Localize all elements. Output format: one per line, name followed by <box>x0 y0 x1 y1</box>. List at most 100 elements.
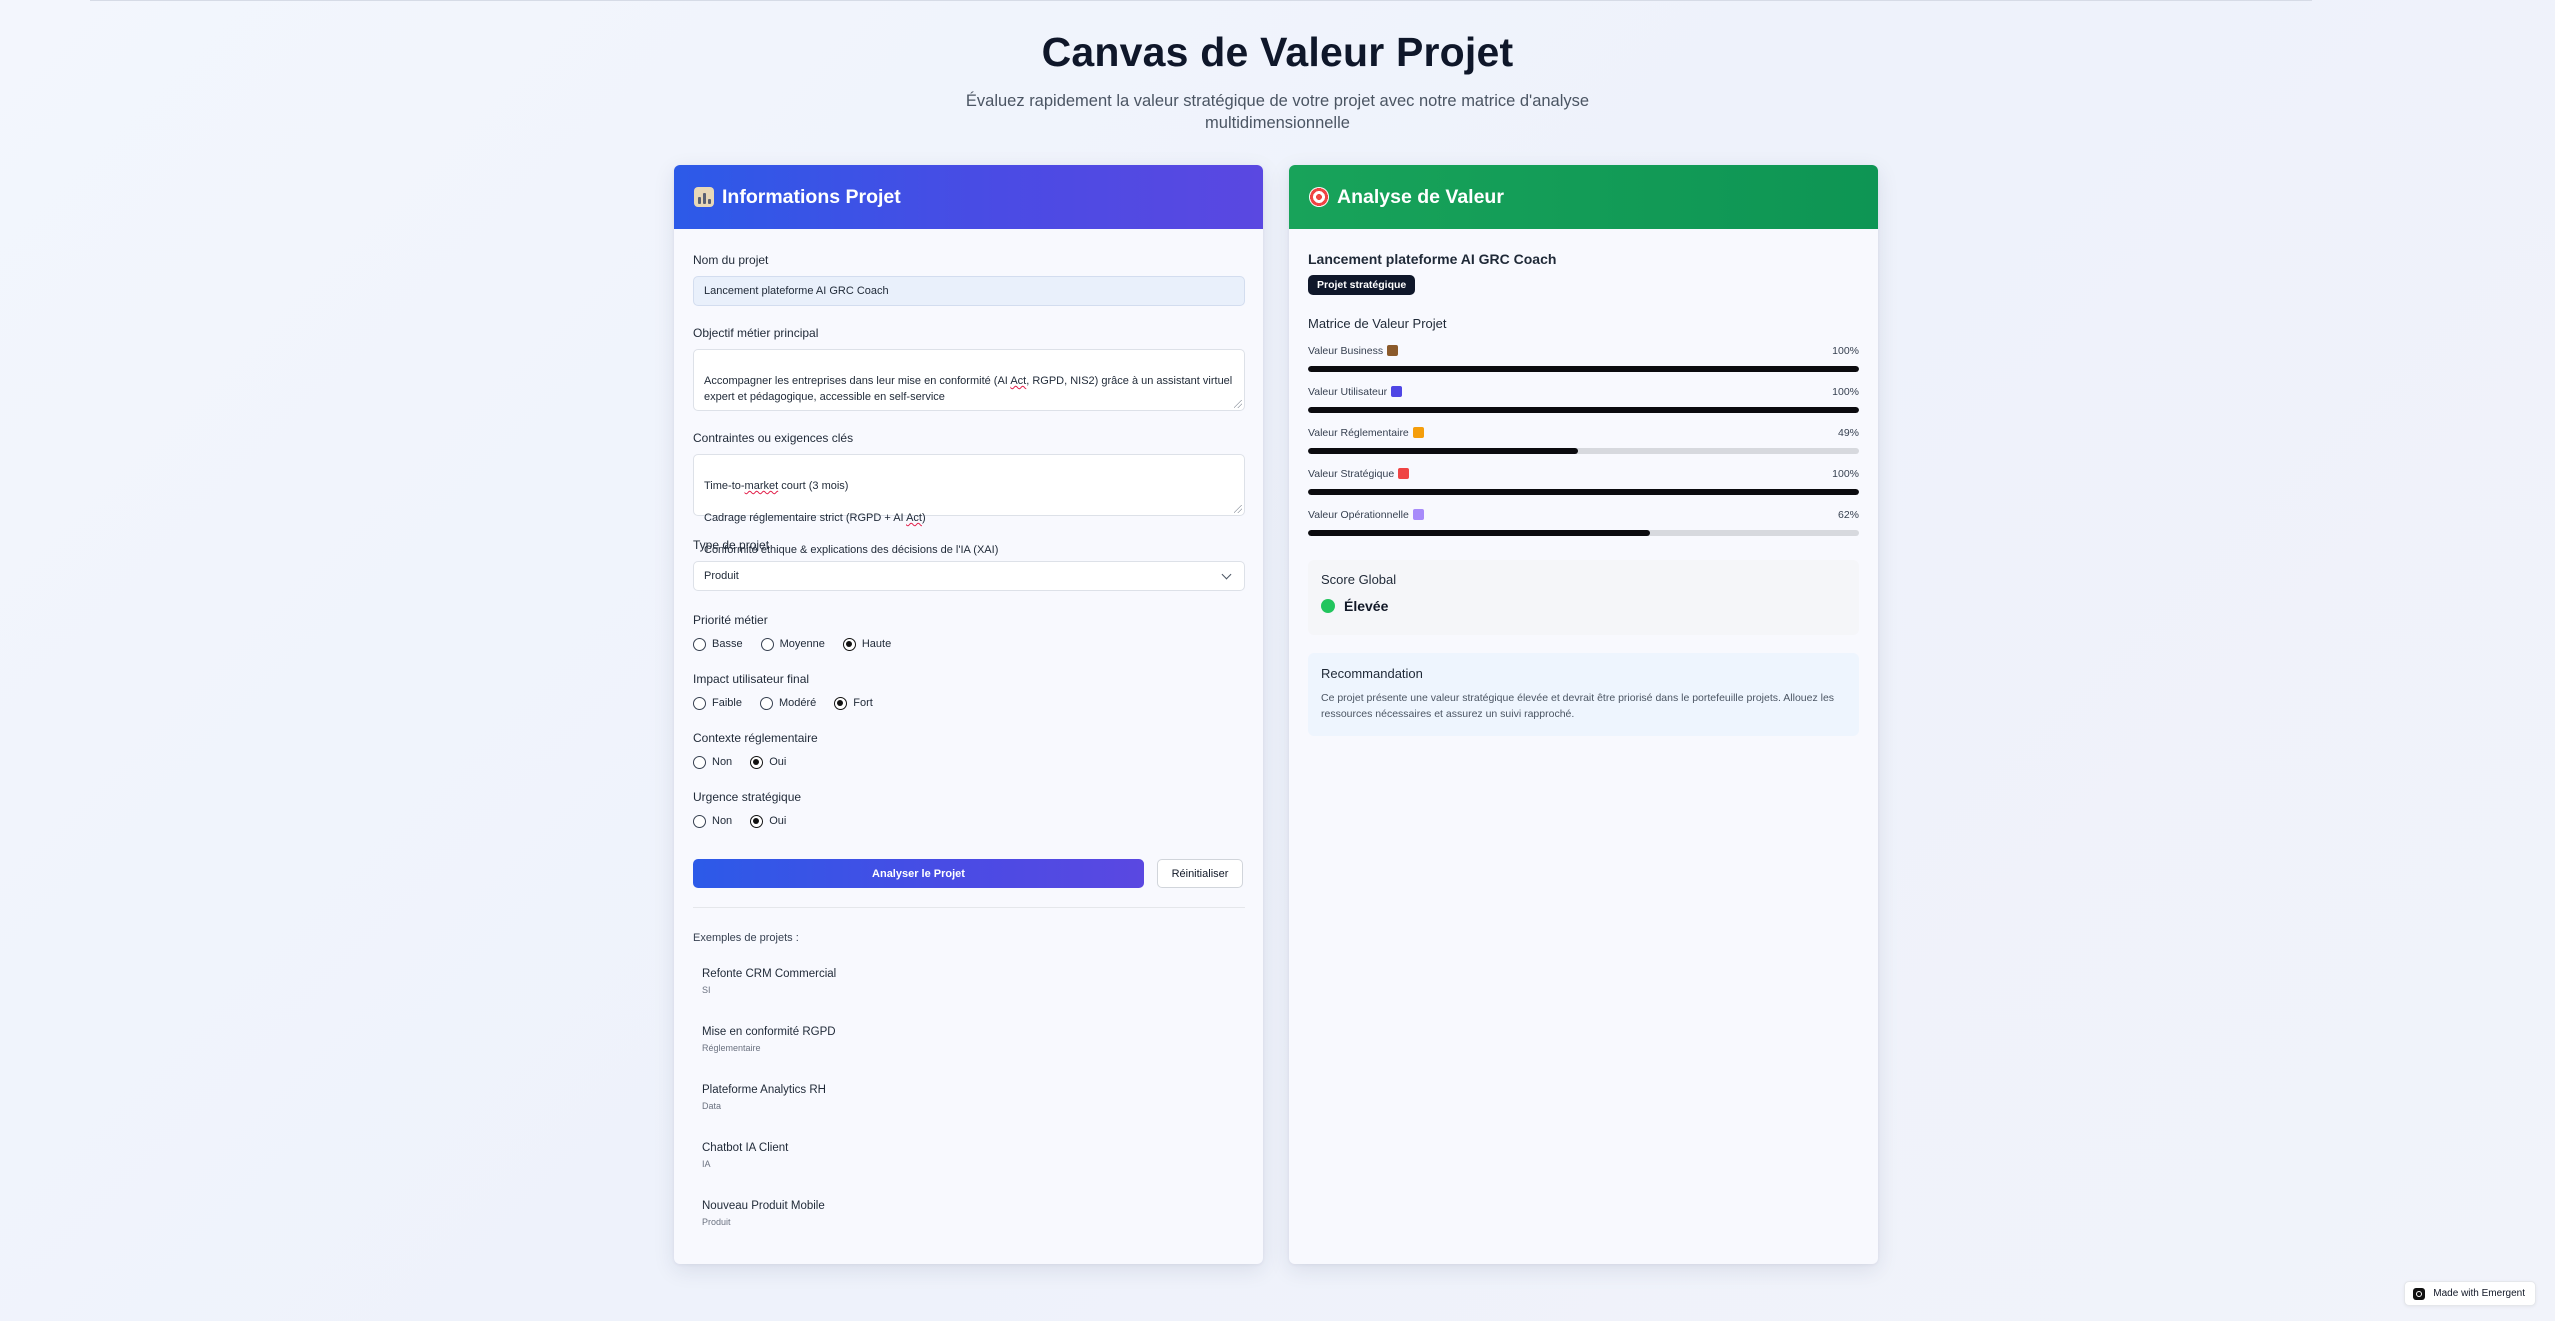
top-border <box>90 0 2312 1</box>
status-dot-icon <box>1321 599 1335 613</box>
example-type: Produit <box>702 1217 731 1227</box>
project-form: Nom du projet Lancement plateforme AI GR… <box>674 229 1263 1258</box>
radio-selected-icon[interactable] <box>750 755 764 769</box>
metric-progress-bar <box>1308 448 1859 454</box>
made-with-emergent-badge[interactable]: Made with Emergent <box>2404 1281 2536 1306</box>
constraint-line: Conformité éthique & explications des dé… <box>704 544 999 556</box>
priority-option-haute[interactable]: Haute <box>842 637 892 651</box>
value-matrix: Valeur Business 100% Valeur Utilisateur 100… <box>1308 345 1859 536</box>
example-item[interactable]: Chatbot IA Client IA <box>702 1142 1244 1200</box>
radio-label: Fort <box>853 697 873 709</box>
form-actions: Analyser le Projet Réinitialiser <box>693 859 1244 888</box>
examples-label: Exemples de projets : <box>693 932 799 944</box>
metric-progress-bar <box>1308 489 1859 495</box>
metric-percentage: 49% <box>1837 427 1859 439</box>
analyze-button[interactable]: Analyser le Projet <box>693 859 1144 888</box>
score-value: Élevée <box>1344 598 1389 614</box>
impact-label: Impact utilisateur final <box>693 672 810 686</box>
resize-handle-icon[interactable] <box>1234 505 1242 513</box>
constraints-label: Contraintes ou exigences clés <box>693 431 854 445</box>
radio-icon[interactable] <box>693 814 706 828</box>
radio-icon[interactable] <box>693 696 706 710</box>
recommendation-text: Ce projet présente une valeur stratégiqu… <box>1321 692 1835 720</box>
value-metric-row: Valeur Opérationnelle 62% <box>1308 509 1859 536</box>
radio-selected-icon[interactable] <box>834 696 848 710</box>
regulatory-option-non[interactable]: Non <box>693 755 733 769</box>
example-item[interactable]: Mise en conformité RGPD Réglementaire <box>702 1026 1244 1084</box>
global-score-box: Score Global Élevée <box>1308 560 1859 635</box>
regulatory-option-oui[interactable]: Oui <box>750 755 787 769</box>
example-item[interactable]: Plateforme Analytics RH Data <box>702 1084 1244 1142</box>
example-item[interactable]: Refonte CRM Commercial SI <box>702 968 1244 1026</box>
project-name-input[interactable]: Lancement plateforme AI GRC Coach <box>693 276 1245 306</box>
radio-label: Oui <box>769 815 787 827</box>
metric-progress-fill <box>1308 489 1859 495</box>
page-title: Canvas de Valeur Projet <box>1041 29 1514 75</box>
urgency-radio-group: Non Oui <box>693 813 1244 829</box>
metric-label-text: Valeur Opérationnelle <box>1308 509 1409 521</box>
divider <box>693 907 1245 908</box>
metric-progress-bar <box>1308 530 1859 536</box>
radio-icon[interactable] <box>759 696 773 710</box>
project-category-badge: Projet stratégique <box>1308 275 1416 295</box>
example-type: SI <box>702 985 711 995</box>
value-analysis-card: Analyse de Valeur Lancement plateforme A… <box>1289 165 1878 1264</box>
objective-textarea[interactable]: Accompagner les entreprises dans leur mi… <box>693 349 1245 411</box>
radio-label: Basse <box>712 638 743 650</box>
metric-label: Valeur Business <box>1308 345 1399 359</box>
radio-icon[interactable] <box>760 637 774 651</box>
name-label: Nom du projet <box>693 253 769 267</box>
metric-percentage: 62% <box>1837 509 1859 521</box>
urgency-option-non[interactable]: Non <box>693 814 733 828</box>
metric-progress-fill <box>1308 366 1859 372</box>
radio-icon[interactable] <box>693 755 706 769</box>
resize-handle-icon[interactable] <box>1234 400 1242 408</box>
page-header: Canvas de Valeur Projet Évaluez rapideme… <box>0 26 2555 134</box>
impact-radio-group: Faible Modéré Fort <box>693 695 1244 711</box>
metric-label-text: Valeur Business <box>1308 345 1384 357</box>
impact-option-modere[interactable]: Modéré <box>759 696 816 710</box>
metric-label-text: Valeur Réglementaire <box>1308 427 1409 439</box>
impact-option-fort[interactable]: Fort <box>834 696 873 710</box>
priority-option-moyenne[interactable]: Moyenne <box>760 637 825 651</box>
constraint-line: Cadrage réglementaire strict (RGPD + AI … <box>704 512 926 524</box>
reset-button[interactable]: Réinitialiser <box>1157 859 1243 888</box>
gear-icon <box>1412 509 1424 520</box>
urgency-label: Urgence stratégique <box>693 790 802 804</box>
radio-label: Moyenne <box>779 638 825 650</box>
target-icon <box>1309 187 1329 207</box>
briefcase-icon <box>1387 345 1399 356</box>
objective-label: Objectif métier principal <box>693 326 819 340</box>
analyzed-project-name: Lancement plateforme AI GRC Coach <box>1308 251 1557 267</box>
radio-selected-icon[interactable] <box>750 814 764 828</box>
made-with-label: Made with Emergent <box>2433 1288 2525 1299</box>
radio-icon[interactable] <box>693 637 706 651</box>
project-info-card: Informations Projet Nom du projet Lancem… <box>674 165 1263 1264</box>
constraints-textarea[interactable]: Time-to-market court (3 mois) Cadrage ré… <box>693 454 1245 556</box>
radio-label: Oui <box>769 756 787 768</box>
radio-label: Haute <box>861 638 892 650</box>
metric-label: Valeur Utilisateur <box>1308 386 1403 400</box>
example-type: Data <box>702 1101 722 1111</box>
radio-label: Faible <box>712 697 742 709</box>
example-name: Refonte CRM Commercial <box>702 968 837 980</box>
example-item[interactable]: Nouveau Produit Mobile Produit <box>702 1200 1244 1258</box>
priority-option-basse[interactable]: Basse <box>693 637 743 651</box>
impact-option-faible[interactable]: Faible <box>693 696 742 710</box>
value-metric-row: Valeur Utilisateur 100% <box>1308 386 1859 413</box>
value-analysis-title: Analyse de Valeur <box>1337 185 1504 208</box>
priority-label: Priorité métier <box>693 613 768 627</box>
examples-list: Refonte CRM Commercial SI Mise en confor… <box>693 968 1244 1258</box>
example-name: Plateforme Analytics RH <box>702 1084 826 1096</box>
objective-text: Accompagner les entreprises dans leur mi… <box>704 375 1233 403</box>
scales-icon <box>1412 427 1424 438</box>
example-type: Réglementaire <box>702 1043 761 1053</box>
radio-label: Non <box>712 756 733 768</box>
metric-progress-fill <box>1308 448 1578 454</box>
radio-label: Non <box>712 815 733 827</box>
target-icon <box>1398 468 1410 479</box>
urgency-option-oui[interactable]: Oui <box>750 814 787 828</box>
radio-selected-icon[interactable] <box>842 637 856 651</box>
metric-label: Valeur Stratégique <box>1308 468 1410 482</box>
emergent-logo-icon <box>2413 1287 2426 1300</box>
